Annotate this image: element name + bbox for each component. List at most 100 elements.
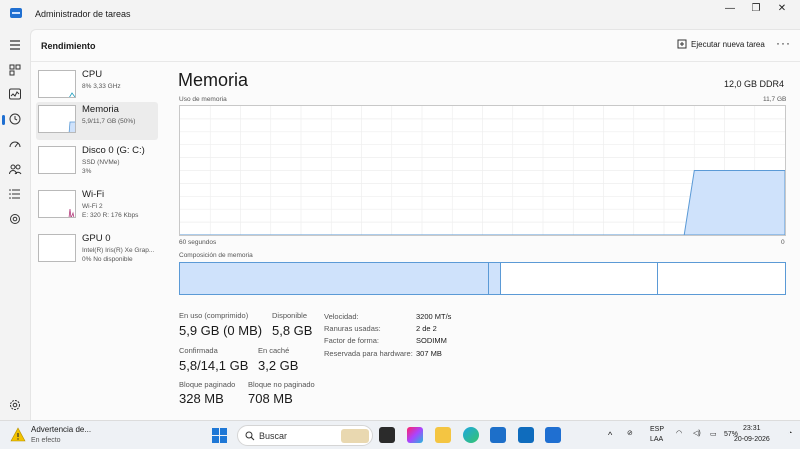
store-icon[interactable] <box>490 427 506 443</box>
close-button[interactable]: ✕ <box>768 0 796 20</box>
cpu-thumbnail <box>38 70 76 98</box>
search-icon <box>245 431 255 441</box>
windows-logo-pane <box>220 436 227 443</box>
memory-thumbnail <box>38 105 76 133</box>
gpu-thumbnail <box>38 234 76 262</box>
language-line1[interactable]: ESP <box>650 426 664 433</box>
nonpaged-pool-value: 708 MB <box>248 391 293 406</box>
in-use-value: 5,9 GB (0 MB) <box>179 323 263 338</box>
startup-apps-icon[interactable] <box>8 137 22 151</box>
taskbar-search[interactable]: Buscar <box>237 425 373 446</box>
sidebar-item-detail: SSD (NVMe) 3% <box>82 158 120 176</box>
disk-type: SSD (NVMe) <box>82 159 120 166</box>
available-label: Disponible <box>272 311 308 320</box>
paged-pool-label: Bloque paginado <box>179 380 236 389</box>
committed-value: 5,8/14,1 GB <box>179 358 249 373</box>
composition-standby[interactable] <box>501 263 658 294</box>
sidebar-item-detail: 8% 3,33 GHz <box>82 83 121 90</box>
cached-value: 3,2 GB <box>258 358 299 373</box>
memory-title: Memoria <box>178 70 249 90</box>
services-icon[interactable] <box>8 212 22 226</box>
cached-label: En caché <box>258 346 290 355</box>
composition-free[interactable] <box>658 263 785 294</box>
sidebar-item-label: Wi-Fi <box>82 189 105 200</box>
edge-icon[interactable] <box>463 427 479 443</box>
committed-label: Confirmada <box>179 346 218 355</box>
new-task-icon <box>677 39 687 49</box>
language-line2[interactable]: LAA <box>650 436 663 443</box>
time-right-label: 0 <box>781 239 785 246</box>
outlook-icon[interactable] <box>518 427 534 443</box>
usage-graph-svg <box>180 106 786 236</box>
sidebar-item-detail: Intel(R) Iris(R) Xe Grap... 0% No dispon… <box>82 246 154 264</box>
hamburger-icon[interactable] <box>8 38 22 52</box>
settings-gear-icon[interactable] <box>8 398 22 412</box>
panel-header: Rendimiento Ejecutar nueva tarea ··· <box>31 30 800 62</box>
run-new-task-button[interactable]: Ejecutar nueva tarea <box>677 39 765 49</box>
chevron-up-icon[interactable]: ^ <box>608 430 612 440</box>
windows-logo-pane <box>212 428 219 435</box>
disk-thumbnail <box>38 146 76 174</box>
usage-max: 11,7 GB <box>763 96 787 103</box>
page-title: Rendimiento <box>41 41 96 51</box>
sidebar-item-disk[interactable]: Disco 0 (G: C:) SSD (NVMe) 3% <box>36 143 158 181</box>
usage-label: Uso de memoria <box>179 96 227 103</box>
processes-icon[interactable] <box>8 63 22 77</box>
sidebar-item-cpu[interactable]: CPU 8% 3,33 GHz <box>36 67 158 105</box>
clock-date[interactable]: 20-09-2026 <box>734 436 770 443</box>
sidebar-item-gpu[interactable]: GPU 0 Intel(R) Iris(R) Xe Grap... 0% No … <box>36 231 158 269</box>
time-left-label: 60 segundos <box>179 239 217 246</box>
speed-label: Velocidad: <box>324 312 359 321</box>
nonpaged-pool-label: Bloque no paginado <box>248 380 315 389</box>
composition-label: Composición de memoria <box>179 252 253 259</box>
more-options-button[interactable]: ··· <box>776 36 791 50</box>
bell-icon[interactable]: ◔ <box>788 430 792 437</box>
paged-pool-value: 328 MB <box>179 391 224 406</box>
memory-spec: 12,0 GB DDR4 <box>724 79 785 89</box>
sidebar-item-wifi[interactable]: Wi-Fi Wi-Fi 2 E: 320 R: 176 Kbps <box>36 187 158 225</box>
battery-icon[interactable]: ▭ <box>710 430 717 438</box>
memory-usage-graph <box>179 105 786 236</box>
sidebar-item-label: CPU <box>82 69 103 80</box>
memory-composition-bar <box>179 262 786 295</box>
wifi-icon[interactable]: ◠ <box>676 429 682 437</box>
minimize-button[interactable]: — <box>716 0 744 20</box>
warning-icon[interactable] <box>10 427 26 443</box>
sidebar-item-label: Memoria <box>82 104 119 115</box>
window-title: Administrador de tareas <box>35 9 131 19</box>
speed-value: 3200 MT/s <box>416 312 452 321</box>
search-highlight-image <box>341 429 369 443</box>
app-history-icon[interactable] <box>8 112 22 126</box>
notifications-off-icon[interactable]: ⊘ <box>627 429 633 437</box>
start-button[interactable] <box>212 428 227 443</box>
form-factor-label: Factor de forma: <box>324 336 380 345</box>
windows-logo-pane <box>212 436 219 443</box>
task-view-icon[interactable] <box>379 427 395 443</box>
copilot-icon[interactable] <box>407 427 423 443</box>
clock-time[interactable]: 23:31 <box>743 425 761 432</box>
volume-icon[interactable]: ◁) <box>693 429 701 437</box>
notice-subtitle: En efecto <box>31 437 61 444</box>
search-placeholder: Buscar <box>259 431 288 441</box>
slots-value: 2 de 2 <box>416 324 437 333</box>
sidebar-item-memory[interactable]: Memoria 5,9/11,7 GB (50%) <box>36 102 158 140</box>
users-icon[interactable] <box>8 162 22 176</box>
composition-in-use[interactable] <box>180 263 489 294</box>
file-explorer-icon[interactable] <box>435 427 451 443</box>
slots-label: Ranuras usadas: <box>324 324 381 333</box>
sidebar-item-label: GPU 0 <box>82 233 111 244</box>
restore-button[interactable]: ❐ <box>742 0 770 20</box>
notice-title[interactable]: Advertencia de... <box>31 425 91 434</box>
composition-modified[interactable] <box>489 263 501 294</box>
task-manager-taskbar-icon[interactable] <box>545 427 561 443</box>
hw-reserved-label: Reservada para hardware: <box>324 349 413 358</box>
in-use-label: En uso (comprimido) <box>179 311 249 320</box>
windows-logo-pane <box>220 428 227 435</box>
taskbar: Advertencia de... En efecto Buscar ^ ⊘ E… <box>0 420 800 449</box>
wifi-adapter: Wi-Fi 2 <box>82 203 103 210</box>
gpu-model: Intel(R) Iris(R) Xe Grap... <box>82 247 155 254</box>
performance-icon[interactable] <box>8 87 22 101</box>
details-icon[interactable] <box>8 187 22 201</box>
sidebar-item-detail: 5,9/11,7 GB (50%) <box>82 118 136 125</box>
sidebar-item-detail: Wi-Fi 2 E: 320 R: 176 Kbps <box>82 202 138 220</box>
